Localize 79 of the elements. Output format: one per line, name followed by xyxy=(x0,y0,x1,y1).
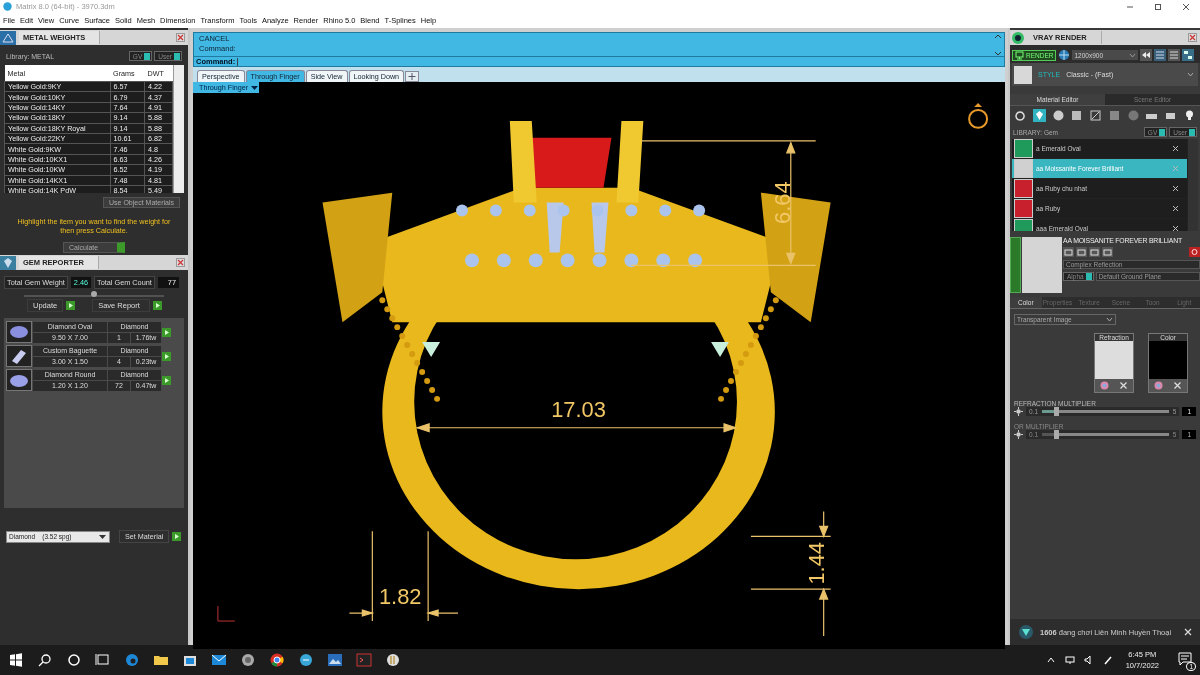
monitor-icon xyxy=(1015,50,1024,60)
close-icon[interactable] xyxy=(1181,1,1191,12)
dimension-label: 17.03 xyxy=(551,397,606,423)
slider-track[interactable] xyxy=(1042,410,1169,413)
caret-icon xyxy=(251,83,259,92)
close-icon[interactable] xyxy=(1172,145,1179,152)
panel-icon xyxy=(1010,30,1026,45)
ring-icon[interactable] xyxy=(1014,109,1027,122)
square-icon[interactable] xyxy=(1070,109,1084,122)
windows-icon[interactable] xyxy=(8,652,24,668)
app-logo-icon xyxy=(3,2,12,11)
dimension-label: 1.82 xyxy=(378,583,422,609)
picture-icon[interactable] xyxy=(327,652,343,668)
play-icon[interactable] xyxy=(153,301,163,310)
scrollbar[interactable] xyxy=(1187,139,1198,231)
add-tab-icon[interactable] xyxy=(405,71,420,82)
panel-icon xyxy=(0,255,16,270)
app-icon[interactable] xyxy=(385,652,401,668)
axis-icon xyxy=(217,605,236,622)
tool-icon[interactable] xyxy=(1063,247,1074,257)
close-icon[interactable] xyxy=(1172,185,1179,192)
play-icon[interactable] xyxy=(172,532,182,541)
scrollbar[interactable] xyxy=(994,34,1002,56)
blob-icon[interactable] xyxy=(1126,109,1140,122)
play-icon[interactable] xyxy=(162,375,171,385)
search-icon[interactable] xyxy=(37,652,53,668)
grid-icon[interactable] xyxy=(1154,49,1167,61)
circle-icon[interactable] xyxy=(66,652,82,668)
caret-icon xyxy=(1106,316,1113,323)
globe-icon[interactable] xyxy=(1058,49,1071,61)
caret-icon xyxy=(1187,71,1194,78)
game-icon xyxy=(1018,624,1034,640)
scrollbar[interactable] xyxy=(173,65,184,193)
play-icon[interactable] xyxy=(66,301,76,310)
browser-icon[interactable] xyxy=(124,652,140,668)
gem-icon xyxy=(6,345,32,367)
chevron-up-icon[interactable] xyxy=(1045,655,1056,665)
dimension-label: 1.44 xyxy=(804,541,830,585)
sun-icon xyxy=(1014,407,1023,416)
map-preview xyxy=(1149,341,1187,379)
app-icon[interactable] xyxy=(298,652,314,668)
message-icon xyxy=(1178,652,1192,666)
tool-icon[interactable] xyxy=(1102,247,1113,257)
gem-icon xyxy=(6,369,32,391)
thumbnail xyxy=(1014,65,1032,84)
caret-icon xyxy=(1129,51,1137,59)
image-placeholder xyxy=(1095,341,1133,379)
color-wheel-icon[interactable] xyxy=(1154,381,1163,390)
speaker-icon[interactable] xyxy=(1083,655,1094,665)
color-wheel-icon[interactable] xyxy=(1100,381,1109,390)
rewind-icon[interactable] xyxy=(1140,49,1153,61)
play-icon[interactable] xyxy=(162,351,171,361)
caret-icon xyxy=(98,532,107,541)
maximize-icon[interactable] xyxy=(1153,1,1163,12)
terminal-icon[interactable] xyxy=(356,652,372,668)
gem-icon[interactable] xyxy=(1032,109,1046,122)
task-view-icon[interactable] xyxy=(95,652,111,668)
tool-icon[interactable] xyxy=(1089,247,1100,257)
panel-icon xyxy=(0,30,16,45)
refresh-icon[interactable] xyxy=(1189,247,1200,257)
collapse-handle[interactable] xyxy=(1010,237,1021,293)
preview-image xyxy=(1022,237,1062,293)
ring-icon[interactable] xyxy=(968,102,989,129)
dimension-label: 6.64 xyxy=(770,181,796,224)
network-icon[interactable] xyxy=(1064,655,1075,665)
list-icon[interactable] xyxy=(1168,49,1181,61)
close-icon[interactable] xyxy=(1172,225,1179,231)
slider-thumb[interactable] xyxy=(1054,407,1060,416)
sun-icon xyxy=(1014,430,1023,439)
gem-icon xyxy=(6,321,32,343)
tool-icon[interactable] xyxy=(1076,247,1087,257)
chrome-icon[interactable] xyxy=(269,652,285,668)
play-icon[interactable] xyxy=(162,327,171,337)
slash-square-icon[interactable] xyxy=(1089,109,1103,122)
sphere-icon[interactable] xyxy=(1051,109,1065,122)
close-icon[interactable] xyxy=(1172,205,1179,212)
mail-icon[interactable] xyxy=(211,652,227,668)
network-icon[interactable] xyxy=(1182,49,1195,61)
app-icon[interactable] xyxy=(240,652,256,668)
